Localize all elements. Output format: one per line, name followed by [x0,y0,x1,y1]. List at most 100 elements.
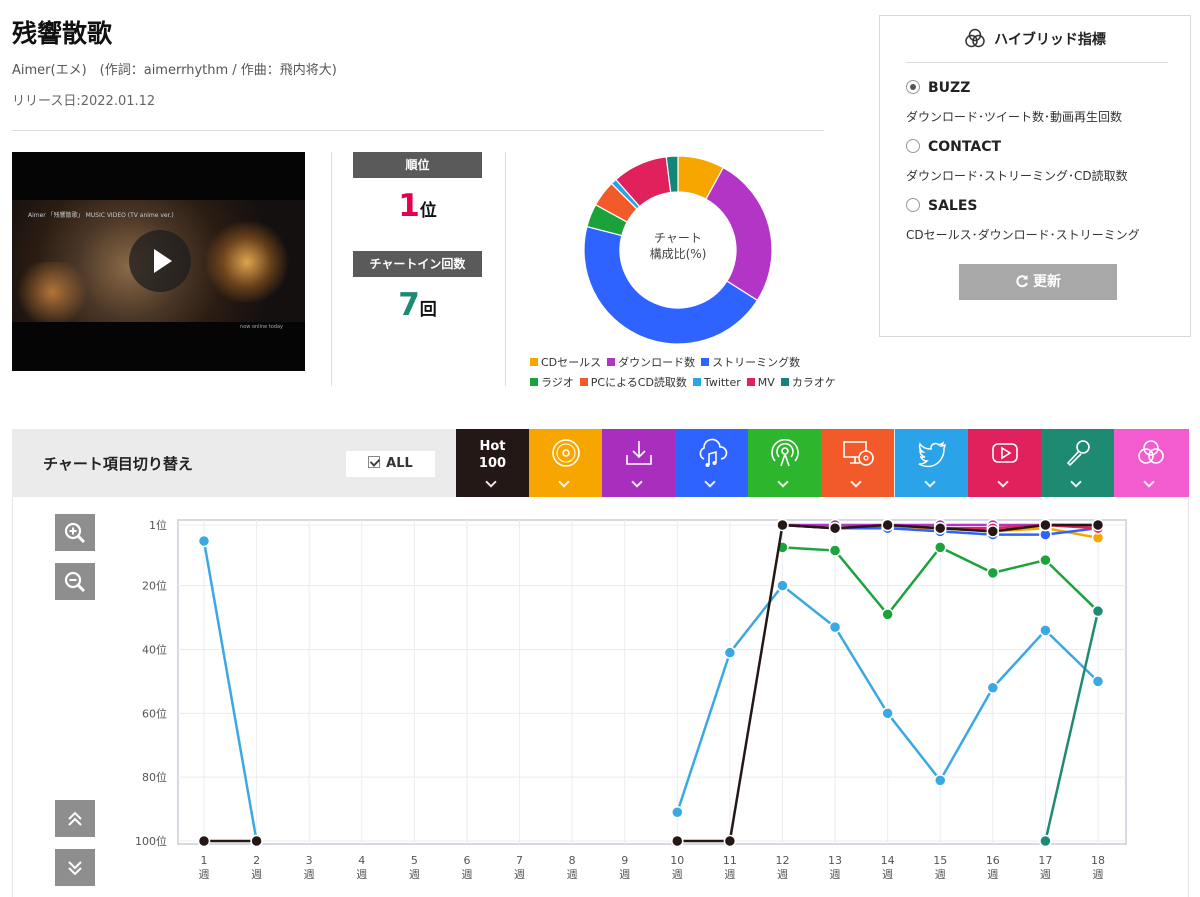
chevron-down-icon [850,476,862,488]
chevron-down-icon [997,476,1009,488]
chart-in-label: チャートイン回数 [353,251,482,277]
chart-in-value: 7回 [353,287,482,323]
legend-label: CDセールス [541,356,602,369]
hot100-line2: 100 [478,456,507,471]
double-chevron-down-icon [68,861,82,876]
legend-label: Twitter [703,376,741,389]
legend-swatch [746,378,755,386]
song-title: 残響散歌 [12,19,113,48]
refresh-icon [1016,275,1028,288]
radio-label-sales: SALES [928,198,978,214]
legend-item: PCによるCD読取数 [579,374,687,390]
hybrid-title: ハイブリッド指標 [880,28,1190,49]
legend-swatch [530,358,538,366]
divider [331,152,332,386]
tab-hybrid[interactable] [1114,429,1189,497]
radio-desc-buzz: ダウンロード･ツイート数･動画再生回数 [906,110,1123,124]
divider [12,130,824,131]
tab-twitter[interactable] [895,429,968,497]
legend-label: カラオケ [791,376,836,389]
chevron-down-icon [631,476,643,488]
cd-icon [552,439,580,467]
legend-swatch [780,378,789,386]
donut-center-line1: チャート [654,231,702,245]
legend-label: ダウンロード数 [618,356,696,369]
checkbox-icon[interactable] [368,456,381,468]
release-date: リリース日:2022.01.12 [12,94,156,109]
video-light [202,222,292,302]
composition-legend-row2: ラジオ PCによるCD読取数 Twitter MV カラオケ [530,374,860,390]
rank-value: 1位 [353,188,482,224]
play-icon[interactable] [129,230,191,292]
radio-label-contact: CONTACT [928,139,1002,155]
update-label: 更新 [1033,274,1061,290]
chevron-down-icon [485,476,497,488]
hot100-label: Hot 100 [456,438,529,472]
video-light [12,262,92,322]
chevron-down-icon [924,476,936,488]
tab-pc-cd-read[interactable] [821,429,894,497]
donut-center-line2: 構成比(%) [649,247,707,261]
rank-number: 1 [398,188,420,224]
legend-item: CDセールス [530,354,601,370]
chart-in-number: 7 [398,287,420,323]
tab-hot100[interactable]: Hot 100 [456,429,529,497]
radio-contact[interactable]: CONTACT [906,139,1001,155]
legend-swatch [701,358,710,366]
zoom-out-icon [64,571,86,593]
radio-button[interactable] [906,198,920,212]
legend-label: MV [757,376,775,389]
video-caption: Aimer 「残響散歌」 MUSIC VIDEO (TV anime ver.) [28,212,174,219]
update-button[interactable]: 更新 [959,264,1117,300]
twitter-icon [918,441,946,468]
video-player[interactable]: Aimer 「残響散歌」 MUSIC VIDEO (TV anime ver.)… [12,152,305,371]
legend-item: ラジオ [530,374,574,390]
legend-swatch [607,358,616,366]
download-icon [626,441,652,465]
legend-label: ストリーミング数 [712,356,801,369]
all-label: ALL [386,456,413,471]
rank-label: 順位 [353,152,482,178]
tab-streaming[interactable] [675,429,748,497]
chart-switch-title: チャート項目切り替え [43,455,193,473]
karaoke-icon [1066,440,1090,467]
legend-swatch [692,378,701,386]
video-corner-text: now online today [240,324,283,330]
legend-item: MV [746,376,775,389]
scroll-up-button[interactable] [55,800,95,837]
legend-item: ダウンロード数 [607,354,695,370]
zoom-out-button[interactable] [55,563,95,600]
tab-karaoke[interactable] [1041,429,1114,497]
chevron-down-icon [1070,476,1082,488]
youtube-icon [992,443,1018,463]
radio-label-buzz: BUZZ [928,80,971,96]
legend-swatch [579,378,588,386]
chevron-down-icon [777,476,789,488]
chevron-down-icon [704,476,716,488]
hybrid-icon [1138,440,1164,464]
legend-item: Twitter [692,376,741,389]
zoom-in-button[interactable] [55,514,95,551]
artist-credits[interactable]: Aimer(エメ) (作詞：aimerrhythm / 作曲：飛内将大) [12,59,337,78]
tab-youtube[interactable] [968,429,1041,497]
divider [906,62,1168,63]
legend-swatch [530,378,538,386]
all-toggle[interactable]: ALL [346,451,435,477]
rank-unit: 位 [419,201,437,221]
chevron-down-icon [558,476,570,488]
legend-item: カラオケ [780,374,836,390]
scroll-down-button[interactable] [55,849,95,886]
tab-radio[interactable] [748,429,821,497]
tab-download[interactable] [602,429,675,497]
tab-cd-sales[interactable] [529,429,602,497]
legend-label: ラジオ [541,376,574,389]
radio-desc-sales: CDセールス･ダウンロード･ストリーミング [906,228,1140,242]
composition-legend-row1: CDセールス ダウンロード数 ストリーミング数 [530,354,860,370]
radio-sales[interactable]: SALES [906,198,978,214]
radio-button[interactable] [906,139,920,153]
hybrid-title-text: ハイブリッド指標 [994,32,1106,48]
radio-button[interactable] [906,80,920,94]
radio-buzz[interactable]: BUZZ [906,80,970,96]
zoom-in-icon [64,522,86,544]
chevron-down-icon [1143,476,1155,488]
